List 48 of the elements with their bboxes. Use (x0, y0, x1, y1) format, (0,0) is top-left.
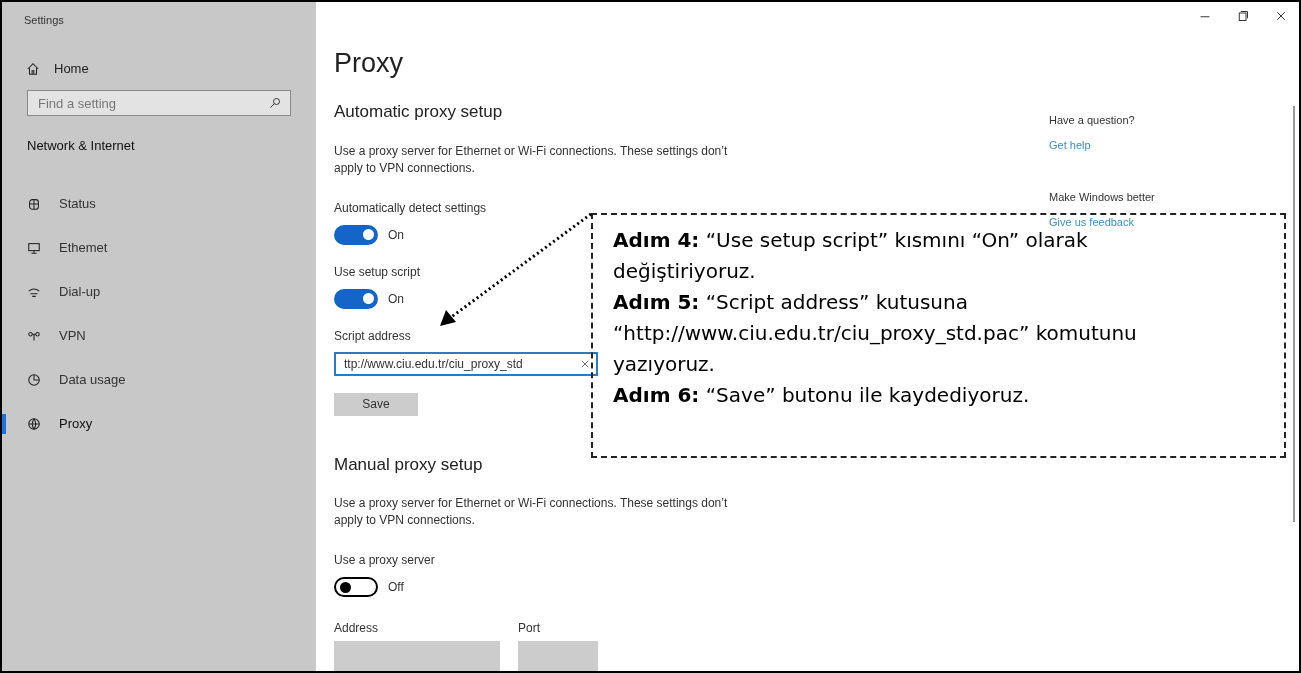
save-button[interactable]: Save (334, 392, 418, 416)
sidebar-item[interactable]: Dial-up (2, 269, 316, 314)
section-title: Network & Internet (26, 137, 136, 155)
toggle-switch[interactable] (334, 224, 378, 245)
annotation-text: Adım 6: “Save” butonu ile kaydediyoruz. (613, 382, 1031, 409)
annotation-text: Adım 4: “Use setup script” kısmını “On” olarak değiştiriyoruz. (613, 227, 1089, 285)
script-address-field[interactable]: ttp://www.ciu.edu.tr/ciu_proxy_std (334, 351, 598, 376)
selection-indicator (2, 413, 6, 434)
sidebar-item[interactable]: Ethemet (2, 225, 316, 270)
search-icon (269, 97, 281, 109)
close-icon (1275, 10, 1287, 22)
toggle-switch[interactable] (334, 288, 378, 309)
port-field[interactable] (518, 641, 598, 671)
status-icon (27, 196, 41, 211)
help-link[interactable]: Give us feedback (1049, 213, 1155, 230)
search-field[interactable]: Find a setting (27, 90, 291, 116)
address-field[interactable] (334, 641, 500, 671)
setting-label: Use a proxy server (334, 552, 435, 569)
section-heading: Automatic proxy setup (334, 101, 504, 123)
clear-icon (580, 358, 590, 369)
description-text: Use a proxy server for Ethernet or Wi-Fi connections. These settings don’t apply to VPN connections. (334, 495, 729, 529)
field-label: Address (334, 620, 379, 637)
toggle-state: On (388, 290, 404, 308)
description-text: Use a proxy server for Ethernet or Wi-Fi connections. These settings don’t apply to VPN connections. (334, 142, 729, 177)
toggle-state: Off (388, 579, 404, 596)
annotation-text: Adım 5: “Script address” kutusuna “http://www.ciu.edu.tr/ciu_proxy_std.pac” komutunu yazıyoruz. (613, 289, 1138, 378)
sidebar-item[interactable]: VPN (2, 313, 316, 358)
aside-heading: Have a question? (1049, 113, 1136, 128)
field-label: Script address (334, 327, 411, 345)
page-title: Proxy (334, 50, 405, 77)
setting-label: Automatically detect settings (334, 199, 487, 217)
maximize-icon (1237, 10, 1249, 22)
sidebar-item[interactable]: Data usage (2, 357, 316, 402)
home-icon (26, 62, 40, 76)
pie-chart-icon (27, 372, 41, 387)
help-link[interactable]: Get help (1049, 136, 1155, 153)
sidebar-item[interactable]: Proxy (2, 401, 316, 446)
home-link[interactable]: Home (2, 50, 316, 88)
monitor-icon (27, 240, 41, 255)
sidebar-item[interactable]: Status (2, 181, 316, 226)
window-title: Settings (23, 13, 65, 28)
field-label: Port (518, 620, 540, 637)
section-heading: Manual proxy setup (334, 453, 484, 476)
toggle-switch[interactable] (334, 577, 378, 597)
aside-heading: Make Windows better (1049, 190, 1155, 205)
setting-label: Use setup script (334, 263, 421, 281)
globe-icon (27, 416, 41, 431)
toggle-state: On (388, 226, 404, 244)
